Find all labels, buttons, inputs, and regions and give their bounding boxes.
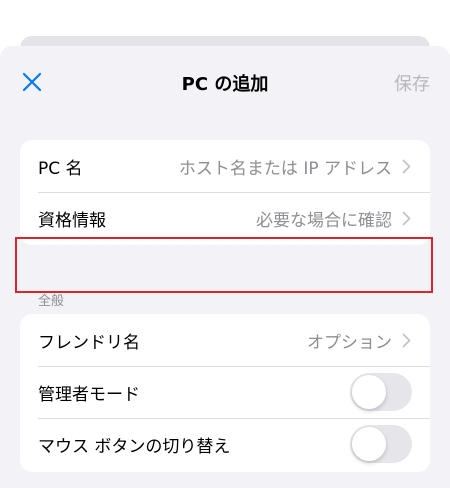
pc-name-label: PC 名 [38,158,83,179]
toggle-knob [352,427,386,461]
friendly-name-label: フレンドリ名 [38,332,140,353]
chevron-right-icon [402,158,412,174]
pc-name-row[interactable]: PC 名 ホスト名または IP アドレス [20,140,430,192]
add-pc-sheet: PC の追加 保存 PC 名 ホスト名または IP アドレス 資格情報 必要な場… [0,46,450,488]
save-button[interactable]: 保存 [394,70,430,96]
credentials-label: 資格情報 [38,210,106,231]
pc-name-value: ホスト名または IP アドレス [178,158,392,179]
admin-mode-label: 管理者モード [38,384,140,405]
friendly-name-value: オプション [307,332,392,353]
friendly-name-row[interactable]: フレンドリ名 オプション [20,314,430,366]
toggle-knob [352,375,386,409]
page-title: PC の追加 [181,74,269,95]
admin-mode-toggle[interactable] [350,373,412,411]
navigation-bar: PC の追加 保存 [0,46,450,118]
credentials-highlight [15,237,433,293]
general-group: フレンドリ名 オプション 管理者モード マウス ボタンの切り替え [20,314,430,472]
chevron-right-icon [402,210,412,226]
swap-mouse-buttons-label: マウス ボタンの切り替え [38,436,231,457]
admin-mode-row: 管理者モード [20,366,430,418]
connection-group: PC 名 ホスト名または IP アドレス 資格情報 必要な場合に確認 [20,140,430,245]
swap-mouse-buttons-toggle[interactable] [350,425,412,463]
general-section-header: 全般 [38,294,65,309]
credentials-value: 必要な場合に確認 [256,210,392,231]
credentials-row[interactable]: 資格情報 必要な場合に確認 [20,192,430,244]
chevron-right-icon [402,332,412,348]
swap-mouse-buttons-row: マウス ボタンの切り替え [20,418,430,470]
